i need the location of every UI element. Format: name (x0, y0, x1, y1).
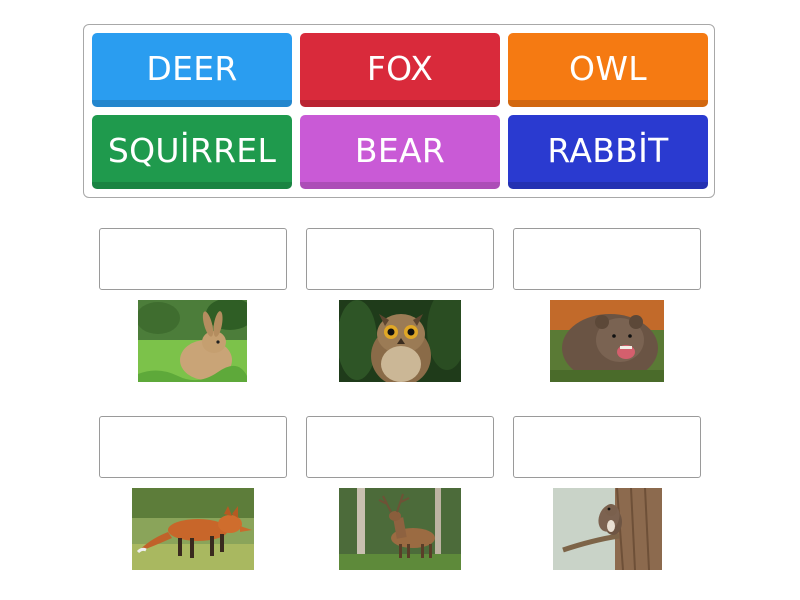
tile-bear[interactable]: BEAR (300, 115, 500, 189)
tile-owl[interactable]: OWL (508, 33, 708, 107)
deer-photo (339, 488, 461, 570)
drop-slot-fox[interactable] (99, 416, 287, 478)
drop-slot-owl[interactable] (306, 228, 494, 290)
drop-slot-rabbit[interactable] (99, 228, 287, 290)
drop-slot-bear[interactable] (513, 228, 701, 290)
owl-photo (339, 300, 461, 382)
squirrel-photo (553, 488, 662, 570)
rabbit-photo (138, 300, 247, 382)
tile-deer[interactable]: DEER (92, 33, 292, 107)
tile-fox[interactable]: FOX (300, 33, 500, 107)
bear-photo (550, 300, 664, 382)
tile-rabbit[interactable]: RABBİT (508, 115, 708, 189)
tile-squirrel[interactable]: SQUİRREL (92, 115, 292, 189)
fox-photo (132, 488, 254, 570)
drop-slot-deer[interactable] (306, 416, 494, 478)
word-bank: DEER FOX OWL SQUİRREL BEAR RABBİT (83, 24, 715, 198)
drop-slot-squirrel[interactable] (513, 416, 701, 478)
